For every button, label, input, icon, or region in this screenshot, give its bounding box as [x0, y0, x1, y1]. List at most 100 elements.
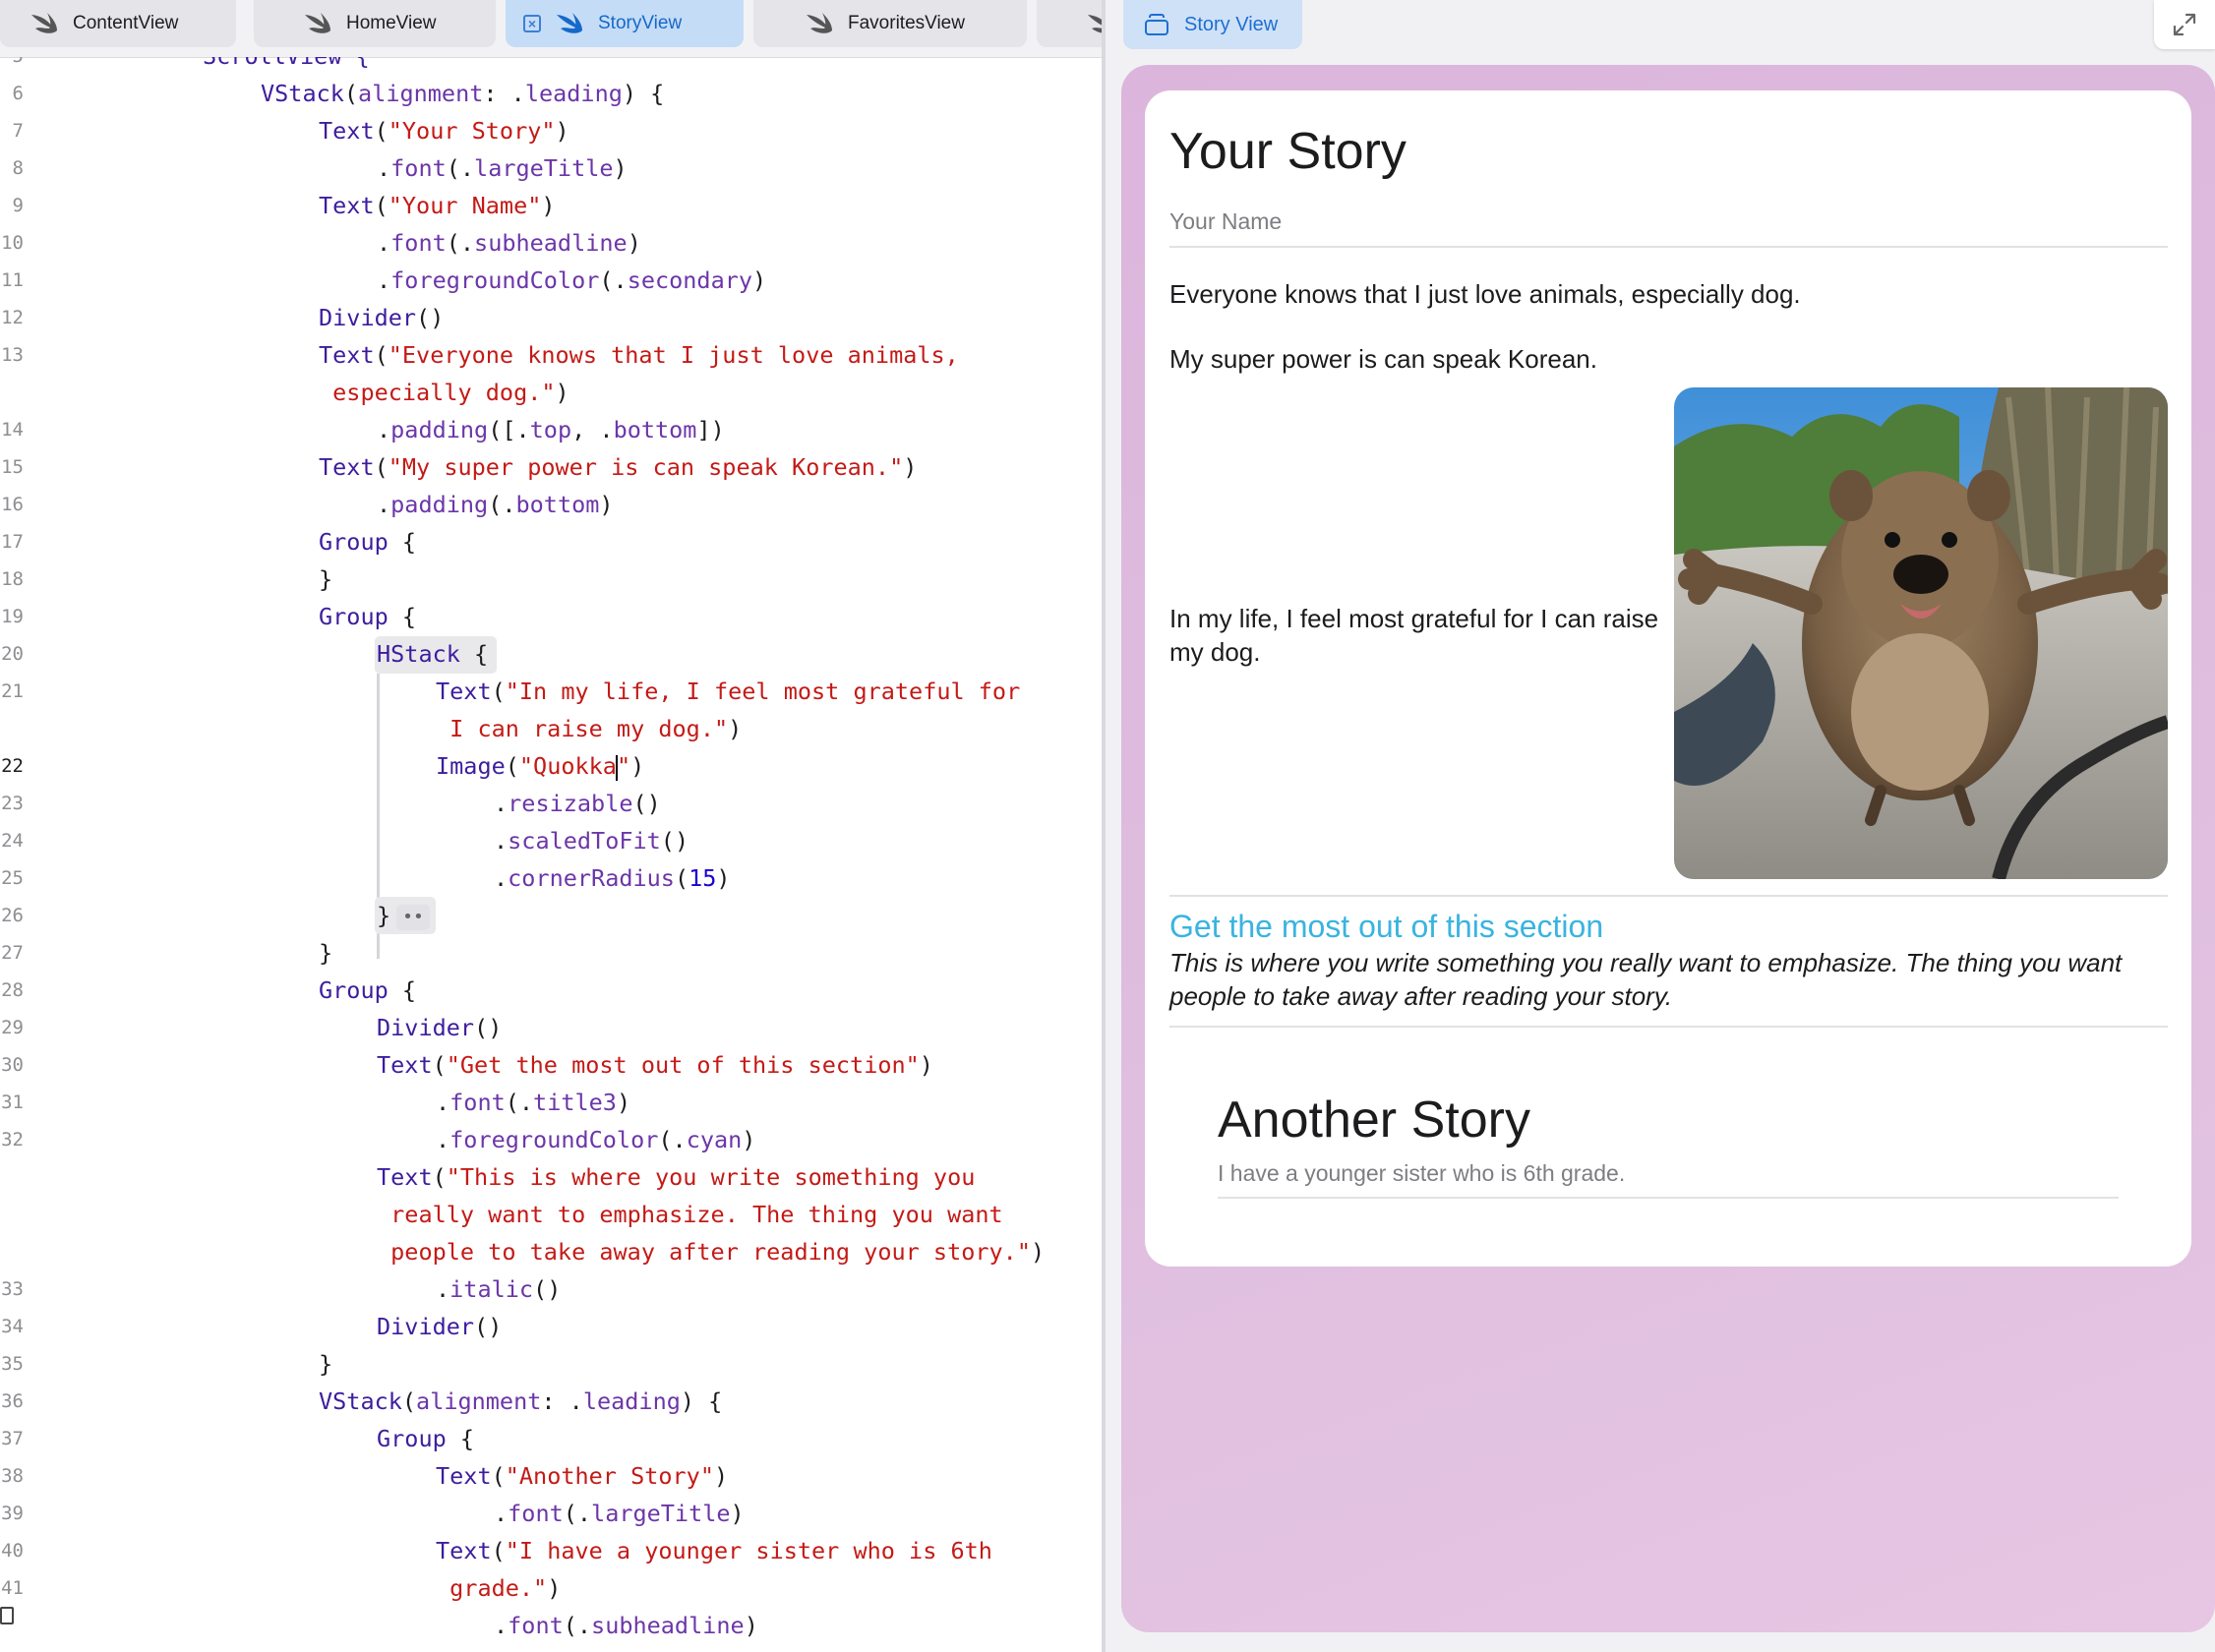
code-line: VStack(alignment: .leading) {	[319, 1387, 723, 1415]
tab-storyview[interactable]: × StoryView	[506, 0, 744, 47]
tab-label: FavoritesView	[848, 13, 965, 33]
line-number: 31	[1, 1092, 24, 1113]
code-line-wrap: really want to emphasize. The thing you …	[377, 1201, 1003, 1228]
line-number: 32	[1, 1129, 24, 1150]
line-number: 39	[1, 1503, 24, 1524]
swift-icon	[1088, 15, 1102, 33]
line-number: 19	[1, 606, 24, 627]
code-line-current[interactable]: Image("Quokka")	[436, 747, 644, 785]
line-number: 20	[1, 643, 24, 665]
tab-contentview[interactable]: ContentView	[0, 0, 236, 47]
tab-label: HomeView	[346, 13, 437, 33]
line-number: 30	[1, 1054, 24, 1076]
story-title: Your Story	[1169, 123, 1407, 180]
code-line: Divider()	[377, 1313, 503, 1340]
line-number: 16	[1, 494, 24, 515]
line-number: 7	[12, 120, 24, 142]
line-number: 24	[1, 830, 24, 852]
line-number: 13	[1, 344, 24, 366]
code-line: }	[319, 565, 333, 593]
code-line: .resizable()	[494, 790, 661, 817]
code-line: Text("I have a younger sister who is 6th	[436, 1537, 992, 1564]
code-line: .font(.title3)	[436, 1089, 631, 1116]
preview-tab[interactable]: Story View	[1123, 0, 1302, 49]
code-line-wrap: people to take away after reading your s…	[377, 1238, 1046, 1266]
expand-arrows-icon	[2173, 13, 2196, 36]
code-line: .padding([.top, .bottom])	[377, 416, 725, 443]
code-line: Text("Another Story")	[436, 1462, 729, 1490]
line-number: 12	[1, 307, 24, 328]
code-line: Text("Your Name")	[319, 192, 556, 219]
code-line: .font(.largeTitle)	[377, 154, 628, 182]
line-number: 29	[1, 1017, 24, 1038]
divider	[1169, 1026, 2168, 1028]
line-number: 18	[1, 568, 24, 590]
story-paragraph: My super power is can speak Korean.	[1169, 344, 1597, 374]
quokka-image	[1674, 387, 2168, 879]
code-line: .cornerRadius(15)	[494, 864, 731, 892]
line-number: 33	[1, 1278, 24, 1300]
code-area[interactable]: 5 6 7 8 9 10 11 12 13 14 15 16 17 18 19 …	[0, 57, 1102, 1652]
line-number: 35	[1, 1353, 24, 1375]
line-number: 5	[0, 57, 24, 75]
code-line: }	[319, 1350, 333, 1378]
line-number: 6	[12, 83, 24, 104]
code-line: .foregroundColor(.secondary)	[377, 266, 767, 294]
editor-tab-bar: ContentView HomeView × StoryView Favorit…	[0, 0, 1102, 58]
code-line: HStack {	[377, 640, 489, 668]
line-number: 40	[1, 1540, 24, 1562]
code-line: Text("Your Story")	[319, 117, 569, 145]
line-number: 17	[1, 531, 24, 553]
code-line: .font(.largeTitle)	[494, 1500, 745, 1527]
tab-overflow[interactable]	[1037, 0, 1102, 47]
close-tab-icon[interactable]: ×	[523, 15, 541, 32]
code-line: Group {	[319, 976, 417, 1004]
another-story-subtitle: I have a younger sister who is 6th grade…	[1218, 1160, 1626, 1186]
code-line: .padding(.bottom)	[377, 491, 614, 518]
fold-ellipsis-button[interactable]: ••	[396, 904, 430, 930]
code-line: Text("This is where you write something …	[377, 1163, 976, 1191]
line-number: 37	[1, 1428, 24, 1449]
line-number: 25	[1, 867, 24, 889]
code-line: Text("Everyone knows that I just love an…	[319, 341, 959, 369]
line-number: 9	[12, 195, 24, 216]
preview-tab-label: Story View	[1184, 13, 1279, 35]
line-number: 14	[1, 419, 24, 441]
line-number: 15	[1, 456, 24, 478]
code-line-wrap: I can raise my dog.")	[436, 715, 743, 742]
story-paragraph: Everyone knows that I just love animals,…	[1169, 279, 1801, 309]
line-number: 41	[1, 1577, 24, 1599]
tab-homeview[interactable]: HomeView	[254, 0, 496, 47]
another-story-title: Another Story	[1218, 1092, 1530, 1149]
swift-icon	[305, 13, 330, 33]
code-line: Text("Get the most out of this section")	[377, 1051, 933, 1079]
expand-arrows-icon[interactable]	[2154, 0, 2215, 49]
code-line: ScrollView {	[203, 57, 370, 75]
stack-icon	[1145, 14, 1170, 35]
section-body: This is where you write something you re…	[1169, 948, 2123, 1011]
line-number: 38	[1, 1465, 24, 1487]
story-card: Your Story Your Name Everyone knows that…	[1145, 90, 2191, 1267]
device-preview: Your Story Your Name Everyone knows that…	[1121, 65, 2215, 1632]
tab-favoritesview[interactable]: FavoritesView	[753, 0, 1027, 47]
code-editor[interactable]: ContentView HomeView × StoryView Favorit…	[0, 0, 1102, 1652]
line-number: 26	[1, 905, 24, 926]
code-line: Divider()	[319, 304, 445, 331]
section-heading: Get the most out of this section	[1169, 909, 1604, 944]
hstack-text: In my life, I feel most grateful for I c…	[1169, 604, 1659, 667]
line-number: 21	[1, 680, 24, 702]
line-number: 36	[1, 1390, 24, 1412]
divider	[1169, 246, 2168, 248]
code-line: .scaledToFit()	[494, 827, 689, 855]
minimap-icon[interactable]	[0, 1607, 14, 1624]
line-number: 10	[1, 232, 24, 254]
code-line: .font(.subheadline)	[494, 1612, 758, 1639]
swift-icon	[807, 13, 832, 33]
code-line: Group {	[319, 603, 417, 630]
line-number: 27	[1, 942, 24, 964]
line-number: 23	[1, 793, 24, 814]
canvas-preview: Story View Your Story Your Name Everyone…	[1106, 0, 2215, 1652]
line-number-current: 22	[1, 755, 24, 777]
divider	[1169, 895, 2168, 897]
code-line: Group {	[319, 528, 417, 556]
